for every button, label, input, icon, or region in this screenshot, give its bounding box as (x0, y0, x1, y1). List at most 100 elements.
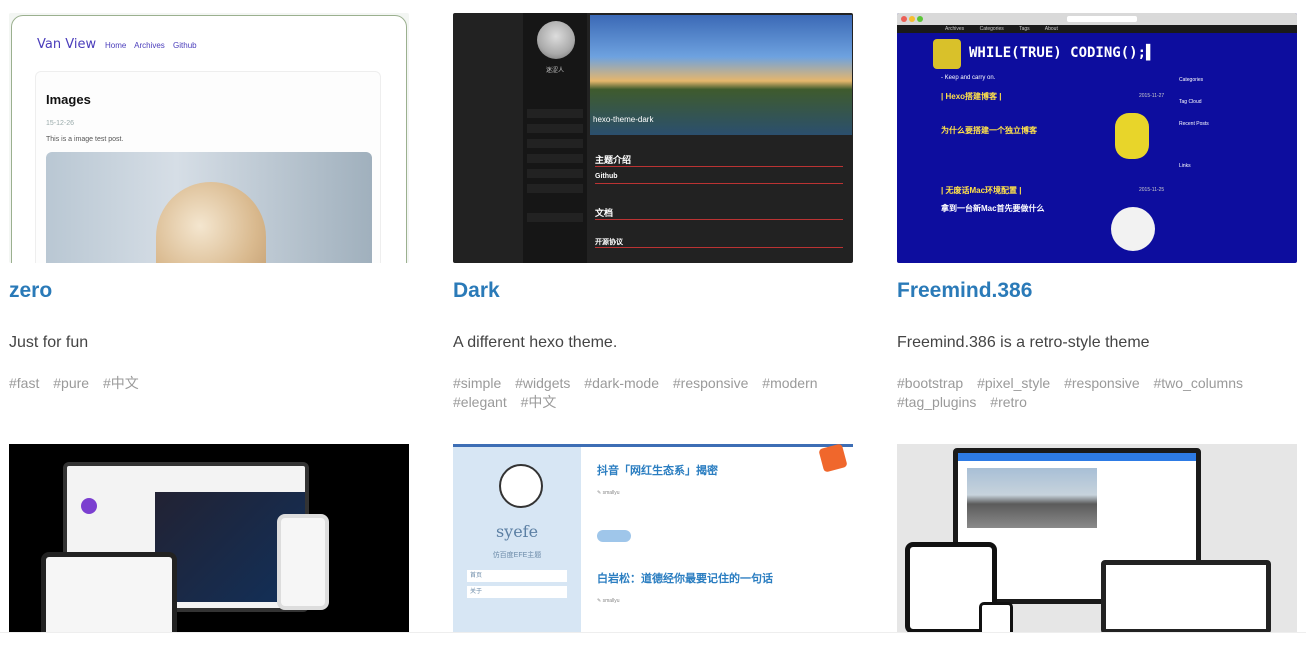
preview-divider (595, 183, 843, 184)
preview-nav-github: Github (173, 41, 197, 50)
tag-link[interactable]: #中文 (103, 375, 139, 391)
preview-section: Github (595, 173, 618, 180)
preview-side-item (527, 169, 583, 178)
preview-sidebar: Categories Tag Cloud Recent Posts Links (1179, 77, 1255, 173)
preview-nav-home: Home (105, 41, 127, 50)
minimize-dot-icon (909, 16, 915, 22)
theme-title[interactable]: Freemind.386 (897, 279, 1032, 303)
preview-post-author: ✎ smallyu (597, 490, 620, 496)
tag-link[interactable]: #modern (762, 375, 817, 391)
theme-gallery: Van View Home Archives Github Images 15-… (0, 0, 1306, 646)
sidebar-heading: Recent Posts (1179, 121, 1209, 127)
cat-image (156, 182, 266, 263)
theme-preview-responsive[interactable] (897, 444, 1297, 634)
k-logo-icon (81, 498, 97, 514)
preview-cat-photo (46, 152, 372, 263)
preview-post-date: 15-12-26 (46, 120, 75, 127)
preview-post-title: Images (46, 92, 91, 107)
preview-post-date: 2015-11-25 (1139, 187, 1165, 193)
tag-link[interactable]: #fast (9, 375, 39, 391)
sidebar-heading: Categories (1179, 77, 1204, 83)
tag-link[interactable]: #widgets (515, 375, 570, 391)
preview-hero-text: hexo-theme-dark (593, 115, 654, 124)
preview-section: 开源协议 (595, 239, 623, 246)
tag-link[interactable]: #tag_plugins (897, 394, 976, 410)
preview-post-title: | Hexo搭建博客 | (941, 92, 1002, 101)
tag-link[interactable]: #中文 (521, 394, 557, 410)
address-bar (1067, 16, 1137, 22)
preview-brand: Van View (37, 37, 97, 52)
theme-tags: #simple #widgets #dark-mode #responsive … (453, 374, 853, 412)
sidebar-heading: Tag Cloud (1179, 99, 1202, 105)
panda-avatar (499, 464, 543, 508)
preview-menu-item: Tags (1019, 26, 1030, 32)
theme-tags: #fast #pure #中文 (9, 374, 409, 393)
road-photo (967, 468, 1097, 528)
theme-preview-syefe[interactable]: syefe 仿百度EFE主题 首页 关于 抖音「网红生态系」揭密 ✎ small… (453, 444, 853, 634)
preview-post-title: 抖音「网红生态系」揭密 (597, 465, 718, 477)
minion-image (1115, 113, 1149, 159)
osx-logo-image (1111, 207, 1155, 251)
preview-avatar (537, 21, 575, 59)
phone-mockup (979, 602, 1013, 634)
preview-tagline: - Keep and carry on. (941, 75, 996, 81)
preview-heading: WHILE(TRUE) CODING();▌ (969, 45, 1155, 61)
theme-description: Just for fun (9, 334, 89, 351)
preview-nav-about: 关于 (467, 586, 567, 598)
preview-post: Images 15-12-26 This is a image test pos… (35, 71, 381, 263)
tag-link[interactable]: #pixel_style (977, 375, 1050, 391)
preview-read-button (597, 530, 631, 542)
preview-side-item (527, 109, 583, 118)
monitor-header-bar (958, 453, 1196, 461)
tag-link[interactable]: #simple (453, 375, 501, 391)
preview-menu-item: Categories (979, 26, 1004, 32)
tag-link[interactable]: #dark-mode (584, 375, 659, 391)
preview-post-title: 拿到一台新Mac首先要做什么 (941, 204, 1045, 213)
preview-site-desc: 仿百度EFE主题 (492, 552, 542, 559)
preview-post-title: | 无废话Mac环境配置 | (941, 186, 1022, 195)
preview-nav-archives: Archives (134, 41, 165, 50)
minion-logo-icon (933, 39, 961, 69)
tablet-mockup (41, 552, 177, 634)
tag-link[interactable]: #bootstrap (897, 375, 963, 391)
tag-link[interactable]: #elegant (453, 394, 507, 410)
theme-description: Freemind.386 is a retro-style theme (897, 334, 1150, 351)
theme-preview-zero[interactable]: Van View Home Archives Github Images 15-… (9, 13, 409, 263)
preview-site-name: syefe (495, 522, 539, 541)
maximize-dot-icon (917, 16, 923, 22)
preview-section: 文档 (595, 208, 614, 218)
preview-nav-home: 首页 (467, 570, 567, 582)
preview-divider (595, 247, 843, 248)
tag-link[interactable]: #two_columns (1154, 375, 1244, 391)
preview-menu-item: Archives (945, 26, 965, 32)
tag-link[interactable]: #retro (990, 394, 1027, 410)
theme-description: A different hexo theme. (453, 334, 618, 351)
preview-post-title: 白岩松：道德经你最要记住的一句话 (597, 573, 773, 585)
theme-tags: #bootstrap #pixel_style #responsive #two… (897, 374, 1297, 412)
preview-side-item (527, 184, 583, 193)
preview-post-title: 为什么要搭建一个独立博客 (941, 126, 1037, 135)
phone-mockup (277, 514, 329, 610)
preview-post-date: 2015-11-27 (1139, 93, 1165, 99)
laptop-mockup (1101, 560, 1271, 634)
theme-preview-devices[interactable] (9, 444, 409, 634)
preview-post-author: ✎ smallyu (597, 598, 620, 604)
theme-preview-freemind[interactable]: Archives Categories Tags About WHILE(TRU… (897, 13, 1297, 263)
tag-link[interactable]: #pure (53, 375, 89, 391)
preview-nav: Home Archives Github (105, 41, 203, 50)
theme-title[interactable]: zero (9, 279, 52, 303)
preview-profile-name: 迷涩人 (545, 68, 564, 74)
sidebar-heading: Links (1179, 163, 1191, 169)
preview-side-item (527, 154, 583, 163)
preview-post-text: This is a image test post. (46, 136, 124, 143)
preview-side-item (527, 124, 583, 133)
close-dot-icon (901, 16, 907, 22)
preview-divider (595, 166, 843, 167)
theme-preview-dark[interactable]: 迷涩人 hexo-theme-dark 主题介绍 Github 文档 开源协议 (453, 13, 853, 263)
page-bottom-edge (0, 632, 1306, 646)
preview-menu: Archives Categories Tags About (897, 25, 1297, 33)
tag-link[interactable]: #responsive (1064, 375, 1140, 391)
tag-link[interactable]: #responsive (673, 375, 749, 391)
preview-menu-item: About (1044, 26, 1058, 32)
theme-title[interactable]: Dark (453, 279, 500, 303)
